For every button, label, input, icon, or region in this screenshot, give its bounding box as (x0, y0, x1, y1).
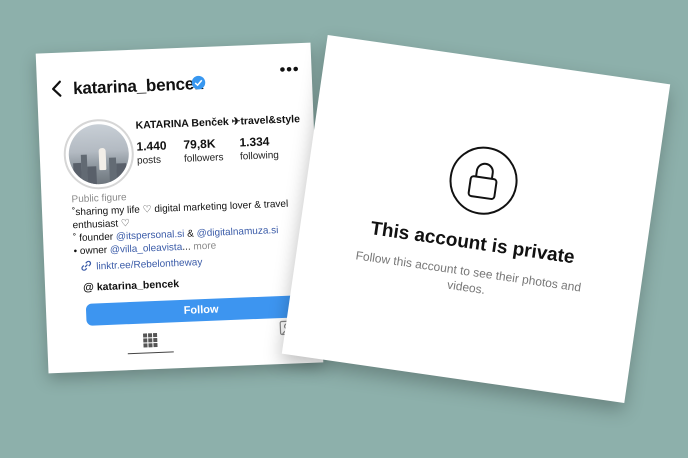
private-account-card: This account is private Follow this acco… (281, 34, 671, 404)
stat-value: 79,8K (183, 136, 216, 152)
profile-header: katarina_bencek ••• (49, 61, 301, 103)
verified-icon (191, 75, 206, 90)
more-icon[interactable]: ••• (279, 61, 300, 80)
bio-text: ˚ founder (72, 231, 117, 245)
back-icon[interactable] (49, 79, 66, 100)
avatar-image (67, 123, 130, 186)
profile-bio: ˚sharing my life ♡ digital marketing lov… (72, 197, 310, 258)
profile-url-link[interactable]: linktr.ee/Rebelontheway (80, 256, 203, 273)
stat-value: 1.440 (136, 138, 167, 154)
stat-posts[interactable]: 1.440 posts (136, 138, 167, 166)
lock-circle (445, 142, 523, 220)
stat-value: 1.334 (239, 134, 270, 150)
profile-username-title: katarina_bencek (72, 73, 204, 99)
avatar[interactable] (62, 117, 136, 191)
profile-card: katarina_bencek ••• KATARINA Benček ✈tra… (35, 42, 324, 374)
stat-label: following (239, 149, 280, 163)
lock-icon (467, 162, 498, 200)
mention-link-villa-oleavista[interactable]: @villa_oleavista (110, 242, 183, 256)
profile-url-text: linktr.ee/Rebelontheway (96, 257, 203, 273)
tab-indicator (127, 351, 174, 355)
threads-icon: @ (82, 281, 95, 294)
bio-text: & (184, 228, 197, 240)
display-name: KATARINA Benček ✈travel&style (135, 113, 301, 132)
bio-more-link[interactable]: more (190, 241, 216, 253)
grid-icon[interactable] (142, 332, 159, 349)
profile-category: Public figure (71, 192, 127, 206)
bio-text: • owner (73, 244, 111, 258)
stat-followers[interactable]: 79,8K followers (183, 136, 224, 165)
stat-label: posts (136, 154, 162, 167)
mention-link-digitalnamuza[interactable]: @digitalnamuza.si (196, 225, 278, 239)
link-icon (81, 260, 92, 271)
stat-following[interactable]: 1.334 following (239, 134, 280, 163)
stat-label: followers (183, 152, 224, 165)
threads-badge[interactable]: @ katarina_bencek (83, 278, 179, 294)
threads-handle: katarina_bencek (96, 278, 180, 294)
